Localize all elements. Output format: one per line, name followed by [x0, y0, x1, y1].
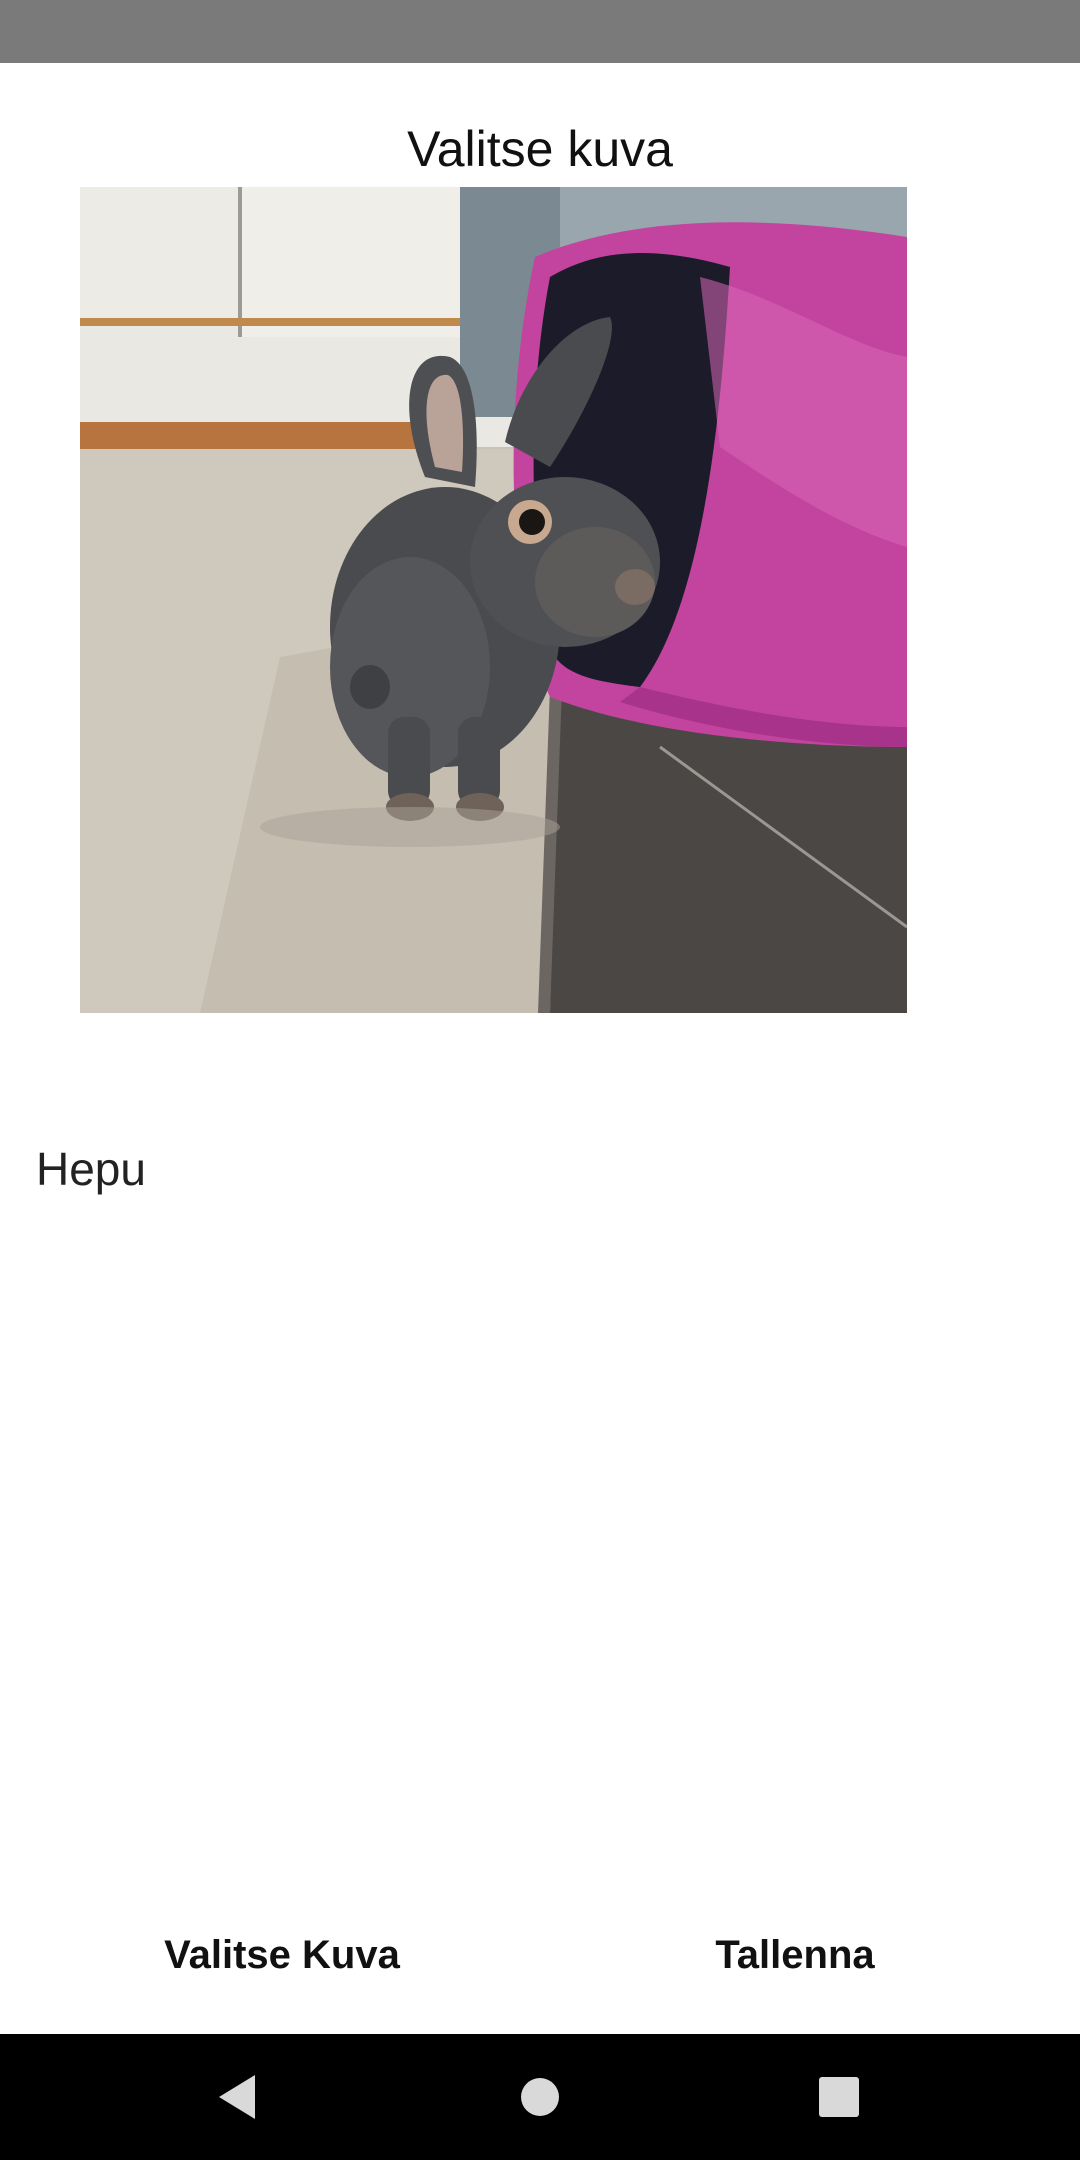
save-button[interactable]: Tallenna: [650, 1925, 940, 1985]
home-button[interactable]: [497, 2054, 583, 2140]
pet-name-text: Hepu: [36, 1143, 146, 1195]
rabbit-photo: [80, 187, 907, 1013]
recent-apps-button[interactable]: [796, 2054, 882, 2140]
choose-image-button[interactable]: Valitse Kuva: [132, 1925, 432, 1985]
back-button[interactable]: [194, 2054, 280, 2140]
status-bar: [0, 0, 1080, 63]
home-icon: [521, 2078, 559, 2116]
screen-title: Valitse kuva: [407, 121, 673, 177]
recent-apps-icon: [819, 2077, 859, 2117]
navigation-bar: [0, 2034, 1080, 2160]
back-icon: [219, 2075, 255, 2119]
